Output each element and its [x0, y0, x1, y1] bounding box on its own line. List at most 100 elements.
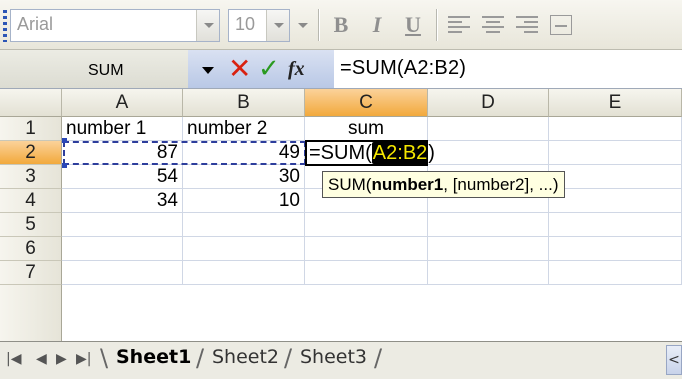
tab-divider: / [196, 344, 205, 372]
chevron-down-icon[interactable] [196, 10, 219, 41]
tab-sheet1[interactable]: Sheet1 [116, 342, 191, 372]
edit-suffix: ) [428, 142, 435, 164]
toolbar-separator [318, 9, 319, 41]
prev-sheet-icon[interactable]: ◀ [36, 351, 47, 367]
enter-icon[interactable]: ✓ [258, 51, 280, 87]
column-header-d[interactable]: D [428, 89, 549, 117]
cell-b4[interactable]: 10 [183, 189, 305, 213]
row-header-4[interactable]: 4 [0, 189, 62, 213]
cell-a7[interactable] [62, 261, 183, 285]
toolbar-grip-handle[interactable] [3, 10, 7, 42]
cell-d5[interactable] [428, 213, 549, 237]
name-box-area: SUM [0, 50, 188, 88]
cell-b6[interactable] [183, 237, 305, 261]
tab-divider: / [374, 344, 383, 372]
cell-value: sum [348, 118, 384, 139]
row-header-filler [0, 285, 62, 341]
cell-a3[interactable]: 54 [62, 165, 183, 189]
toolbar-options-arrow-icon[interactable] [292, 9, 312, 42]
edit-prefix: =SUM( [309, 142, 372, 164]
cell-e5[interactable] [549, 213, 682, 237]
sheet-tab-bar: |◀ ◀ ▶ ▶| \ Sheet1 / Sheet2 / Sheet3 / < [0, 341, 682, 379]
cell-a2[interactable]: 87 [62, 141, 183, 165]
cell-value: 49 [278, 142, 300, 163]
formatting-toolbar: Arial 10 B I U [0, 0, 682, 50]
cell-e4[interactable] [549, 189, 682, 213]
cell-b7[interactable] [183, 261, 305, 285]
cell-e1[interactable] [549, 117, 682, 141]
tooltip-active-argument[interactable]: number1 [371, 175, 443, 194]
cell-c6[interactable] [305, 237, 428, 261]
font-name-value: Arial [17, 14, 54, 34]
last-sheet-icon[interactable]: ▶| [76, 351, 91, 367]
font-size-dropdown[interactable]: 10 [228, 9, 290, 42]
bold-button[interactable]: B [326, 9, 356, 41]
chevron-down-icon[interactable] [266, 10, 289, 41]
cell-value: 87 [156, 142, 178, 163]
tab-sheet2[interactable]: Sheet2 [212, 342, 279, 372]
underline-button[interactable]: U [398, 9, 428, 41]
cell-d6[interactable] [428, 237, 549, 261]
first-sheet-icon[interactable]: |◀ [6, 351, 21, 367]
cell-edit-text[interactable]: =SUM(A2:B2) [309, 142, 435, 165]
cell-c5[interactable] [305, 213, 428, 237]
row-header-5[interactable]: 5 [0, 213, 62, 237]
cell-a6[interactable] [62, 237, 183, 261]
name-box[interactable]: SUM [88, 62, 124, 80]
select-all-corner[interactable] [0, 89, 62, 117]
cell-e3[interactable] [549, 165, 682, 189]
cell-value: 54 [156, 166, 178, 187]
merge-center-icon[interactable] [550, 15, 572, 35]
toolbar-separator [436, 9, 437, 41]
cell-value: 30 [278, 166, 300, 187]
function-tooltip[interactable]: SUM(number1, [number2], ...) [322, 171, 565, 198]
tab-divider: / [284, 344, 293, 372]
tab-divider: \ [100, 344, 109, 372]
cell-value: number 2 [187, 118, 268, 139]
tooltip-rest: , [number2], ...) [443, 175, 559, 194]
function-dropdown-icon[interactable] [202, 67, 214, 74]
cell-e7[interactable] [549, 261, 682, 285]
cancel-icon[interactable]: ✕ [228, 51, 251, 87]
cell-e6[interactable] [549, 237, 682, 261]
column-header-a[interactable]: A [62, 89, 183, 117]
worksheet-grid: A B C D E 1 2 3 4 5 6 7 number 1 number … [0, 89, 682, 341]
cell-a5[interactable] [62, 213, 183, 237]
font-size-value: 10 [235, 14, 256, 34]
cell-b5[interactable] [183, 213, 305, 237]
column-header-b[interactable]: B [183, 89, 305, 117]
cell-d1[interactable] [428, 117, 549, 141]
column-header-c[interactable]: C [305, 89, 428, 117]
column-header-e[interactable]: E [549, 89, 682, 117]
cell-a1[interactable]: number 1 [62, 117, 183, 141]
formula-input[interactable]: =SUM(A2:B2) [340, 57, 466, 80]
cell-d2[interactable] [428, 141, 549, 165]
cell-b2[interactable]: 49 [183, 141, 305, 165]
row-header-2[interactable]: 2 [0, 141, 62, 165]
cell-c1[interactable]: sum [305, 117, 428, 141]
formula-controls: ✕ ✓ fx [188, 50, 334, 88]
align-right-icon[interactable] [516, 15, 538, 35]
cell-e2[interactable] [549, 141, 682, 165]
cell-value: number 1 [66, 118, 147, 139]
cell-b1[interactable]: number 2 [183, 117, 305, 141]
align-center-icon[interactable] [482, 15, 504, 35]
row-header-1[interactable]: 1 [0, 117, 62, 141]
scroll-left-button[interactable]: < [666, 345, 682, 375]
cell-d7[interactable] [428, 261, 549, 285]
row-header-7[interactable]: 7 [0, 261, 62, 285]
cell-value: 10 [278, 190, 300, 211]
insert-function-icon[interactable]: fx [288, 54, 305, 84]
tooltip-function: SUM( [328, 175, 372, 194]
next-sheet-icon[interactable]: ▶ [56, 351, 67, 367]
align-left-icon[interactable] [448, 15, 470, 35]
edit-range-reference: A2:B2 [371, 142, 429, 164]
row-header-6[interactable]: 6 [0, 237, 62, 261]
font-name-dropdown[interactable]: Arial [10, 9, 220, 42]
cell-a4[interactable]: 34 [62, 189, 183, 213]
italic-button[interactable]: I [362, 9, 392, 41]
cell-c7[interactable] [305, 261, 428, 285]
row-header-3[interactable]: 3 [0, 165, 62, 189]
tab-sheet3[interactable]: Sheet3 [300, 342, 367, 372]
cell-b3[interactable]: 30 [183, 165, 305, 189]
